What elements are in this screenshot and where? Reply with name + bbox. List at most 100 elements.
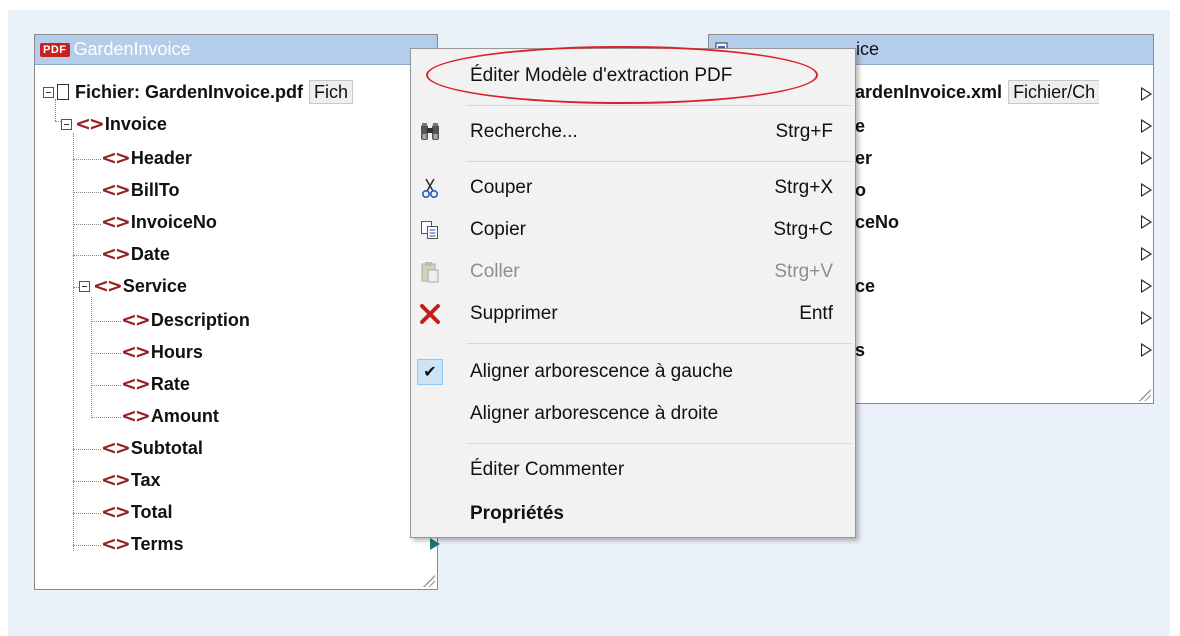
input-port-icon[interactable] <box>1141 119 1152 133</box>
delete-x-icon <box>415 299 445 329</box>
binoculars-icon <box>415 117 445 147</box>
input-port-icon[interactable] <box>1141 279 1152 293</box>
menu-item-label: Recherche... <box>470 121 578 142</box>
node-label: Subtotal <box>130 437 203 458</box>
node-label: ce <box>855 275 876 296</box>
menu-item-cut[interactable]: Couper Strg+X <box>411 169 855 207</box>
menu-item-shortcut: Strg+X <box>774 177 833 198</box>
element-tag-icon: <> <box>75 113 105 135</box>
tree-node-tax[interactable]: <> Tax <box>101 467 161 493</box>
node-label: ceNo <box>855 211 900 232</box>
collapse-icon[interactable] <box>61 118 72 130</box>
tree-node-invoiceno[interactable]: <> InvoiceNo <box>101 209 217 235</box>
element-tag-icon: <> <box>121 341 151 363</box>
tree-node-hours[interactable]: <> Hours <box>121 339 203 365</box>
node-label: Hours <box>150 341 203 362</box>
component-title-fragment: ice <box>856 39 880 59</box>
node-label: Header <box>130 147 192 168</box>
menu-item-align-tree-left[interactable]: ✔ Aligner arborescence à gauche <box>411 353 855 391</box>
tree-node-fragment[interactable]: e <box>855 113 865 139</box>
file-label: ardenInvoice.xml <box>855 81 1003 102</box>
resize-grip-icon[interactable] <box>423 575 435 587</box>
copy-icon <box>415 215 445 245</box>
menu-item-label: Éditer Commenter <box>470 459 625 480</box>
node-label: Amount <box>150 405 219 426</box>
node-label: Rate <box>150 373 190 394</box>
input-port-icon[interactable] <box>1141 311 1152 325</box>
menu-item-label: Copier <box>470 219 526 240</box>
file-root-row[interactable]: Fichier: GardenInvoice.pdf Fich <box>43 79 354 105</box>
element-tag-icon: <> <box>101 533 131 555</box>
tree-node-date[interactable]: <> Date <box>101 241 170 267</box>
menu-item-delete[interactable]: Supprimer Entf <box>411 295 855 333</box>
context-menu[interactable]: Éditer Modèle d'extraction PDF Recherche… <box>410 48 856 538</box>
menu-item-shortcut: Strg+V <box>774 261 833 282</box>
element-tag-icon: <> <box>101 179 131 201</box>
element-tag-icon: <> <box>93 275 123 297</box>
menu-item-align-tree-right[interactable]: Aligner arborescence à droite <box>411 395 855 433</box>
input-port-icon[interactable] <box>1141 343 1152 357</box>
menu-item-label: Aligner arborescence à gauche <box>470 361 734 382</box>
menu-item-edit-comment[interactable]: Éditer Commenter <box>411 451 855 489</box>
tree-node-fragment[interactable]: ceNo <box>855 209 899 235</box>
node-label: Date <box>130 243 170 264</box>
component-titlebar[interactable]: PDF GardenInvoice <box>35 35 437 65</box>
tree-node-service[interactable]: <> Service <box>79 273 187 299</box>
menu-item-label: Coller <box>470 261 520 282</box>
input-port-icon[interactable] <box>1141 87 1152 101</box>
node-label: e <box>855 115 866 136</box>
input-port-icon[interactable] <box>1141 215 1152 229</box>
menu-item-label: Éditer Modèle d'extraction PDF <box>470 65 733 86</box>
tree-node-fragment[interactable]: er <box>855 145 872 171</box>
pdf-component-box[interactable]: PDF GardenInvoice Fichier: GardenInvoice… <box>34 34 438 590</box>
tree-node-description[interactable]: <> Description <box>121 307 250 333</box>
element-tag-icon: <> <box>121 309 151 331</box>
resize-grip-icon[interactable] <box>1139 389 1151 401</box>
file-button[interactable]: Fich <box>309 80 354 104</box>
file-button[interactable]: Fichier/Ch <box>1008 80 1100 104</box>
menu-item-search[interactable]: Recherche... Strg+F <box>411 113 855 151</box>
pdf-icon: PDF <box>40 42 70 57</box>
menu-item-label: Aligner arborescence à droite <box>470 403 719 424</box>
tree-node-terms[interactable]: <> Terms <box>101 531 184 557</box>
tree-node-subtotal[interactable]: <> Subtotal <box>101 435 203 461</box>
checkmark-icon: ✔ <box>415 357 445 387</box>
node-label: Invoice <box>104 113 167 134</box>
tree-node-fragment[interactable]: ce <box>855 273 875 299</box>
output-connector-icon[interactable] <box>430 538 440 550</box>
element-tag-icon: <> <box>101 437 131 459</box>
tree-node-header[interactable]: <> Header <box>101 145 192 171</box>
node-label: Terms <box>130 533 184 554</box>
tree-node-invoice[interactable]: <> Invoice <box>61 111 167 137</box>
tree-node-total[interactable]: <> Total <box>101 499 173 525</box>
menu-item-properties[interactable]: Propriétés <box>411 495 855 533</box>
menu-item-copy[interactable]: Copier Strg+C <box>411 211 855 249</box>
node-label: o <box>855 179 866 200</box>
element-tag-icon: <> <box>121 405 151 427</box>
menu-item-paste[interactable]: Coller Strg+V <box>411 253 855 291</box>
collapse-icon[interactable] <box>43 86 54 98</box>
menu-item-shortcut: Strg+F <box>775 121 833 142</box>
element-tag-icon: <> <box>121 373 151 395</box>
input-port-icon[interactable] <box>1141 151 1152 165</box>
input-port-icon[interactable] <box>1141 183 1152 197</box>
node-label: InvoiceNo <box>130 211 217 232</box>
element-tag-icon: <> <box>101 243 131 265</box>
element-tag-icon: <> <box>101 211 131 233</box>
input-port-icon[interactable] <box>1141 247 1152 261</box>
node-label: BillTo <box>130 179 180 200</box>
menu-item-label: Supprimer <box>470 303 558 324</box>
element-tag-icon: <> <box>101 501 131 523</box>
tree-node-fragment[interactable]: s <box>855 337 865 363</box>
tree-node-fragment[interactable]: o <box>855 177 866 203</box>
menu-item-edit-pdf-extraction[interactable]: Éditer Modèle d'extraction PDF <box>411 57 855 95</box>
tree-node-amount[interactable]: <> Amount <box>121 403 219 429</box>
paste-icon <box>415 257 445 287</box>
tree-node-rate[interactable]: <> Rate <box>121 371 190 397</box>
collapse-icon[interactable] <box>79 280 90 292</box>
scissors-icon <box>415 173 445 203</box>
node-label: Description <box>150 309 250 330</box>
tree-node-billto[interactable]: <> BillTo <box>101 177 180 203</box>
menu-item-shortcut: Strg+C <box>773 219 833 240</box>
file-root-row[interactable]: ardenInvoice.xml Fichier/Ch <box>855 79 1100 105</box>
